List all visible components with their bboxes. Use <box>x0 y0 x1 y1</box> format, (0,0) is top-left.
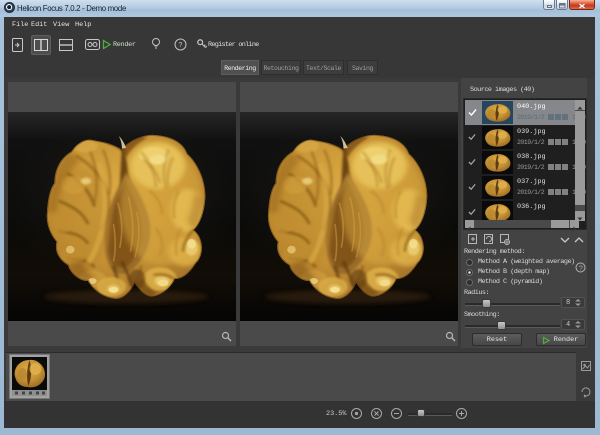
svg-text:?: ? <box>179 42 183 49</box>
svg-text:?: ? <box>579 266 583 273</box>
